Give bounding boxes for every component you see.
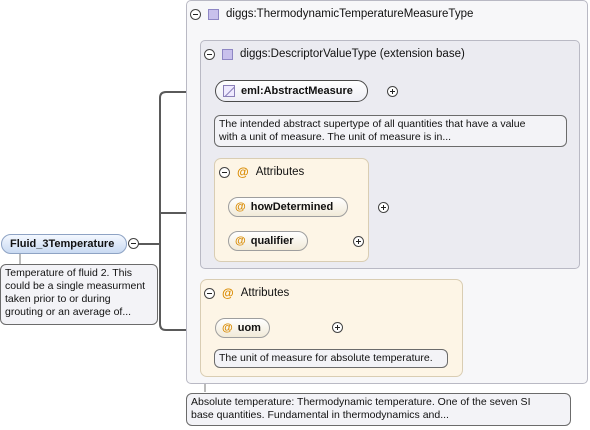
type-header-descriptor-value-type: diggs:DescriptorValueType (extension bas…: [204, 48, 465, 60]
attributes-header-extension: @ Attributes: [204, 286, 289, 300]
attributes-header-base: @ Attributes: [219, 165, 304, 179]
root-element-name: Fluid_3Temperature: [10, 238, 115, 250]
attribute-qualifier[interactable]: @ qualifier: [228, 231, 308, 251]
type-documentation: Absolute temperature: Thermodynamic temp…: [186, 393, 571, 426]
type-header-thermodynamic-temperature: diggs:ThermodynamicTemperatureMeasureTyp…: [190, 8, 473, 20]
abstract-element-icon: [223, 85, 235, 97]
collapse-icon[interactable]: [128, 238, 139, 249]
type-name: diggs:ThermodynamicTemperatureMeasureTyp…: [226, 8, 474, 20]
attribute-icon: @: [235, 201, 246, 213]
attribute-icon: @: [237, 165, 249, 179]
abstract-measure-element[interactable]: eml:AbstractMeasure: [215, 80, 368, 102]
complex-type-icon: [222, 48, 233, 60]
root-element-pill[interactable]: Fluid_3Temperature: [1, 234, 127, 254]
collapse-icon[interactable]: [204, 287, 215, 299]
collapse-icon[interactable]: [219, 166, 230, 178]
attribute-name: uom: [237, 322, 261, 334]
attribute-uom[interactable]: @ uom: [215, 318, 270, 338]
root-element-documentation: Temperature of fluid 2. This could be a …: [0, 264, 158, 325]
attribute-name: qualifier: [250, 235, 294, 247]
attribute-icon: @: [222, 286, 234, 300]
complex-type-icon: [208, 8, 219, 20]
attribute-icon: @: [235, 235, 246, 247]
attributes-title: Attributes: [240, 287, 290, 299]
attribute-uom-documentation: The unit of measure for absolute tempera…: [214, 349, 448, 368]
attribute-how-determined[interactable]: @ howDetermined: [228, 197, 348, 217]
abstract-element-name: eml:AbstractMeasure: [241, 85, 353, 97]
attribute-icon: @: [222, 322, 233, 334]
expand-icon[interactable]: [387, 86, 399, 97]
attributes-title: Attributes: [255, 166, 305, 178]
base-type-name: diggs:DescriptorValueType (extension bas…: [240, 48, 465, 60]
attribute-name: howDetermined: [250, 201, 334, 213]
collapse-icon[interactable]: [204, 48, 215, 60]
abstract-element-documentation: The intended abstract supertype of all q…: [214, 115, 567, 147]
collapse-icon[interactable]: [190, 8, 201, 20]
